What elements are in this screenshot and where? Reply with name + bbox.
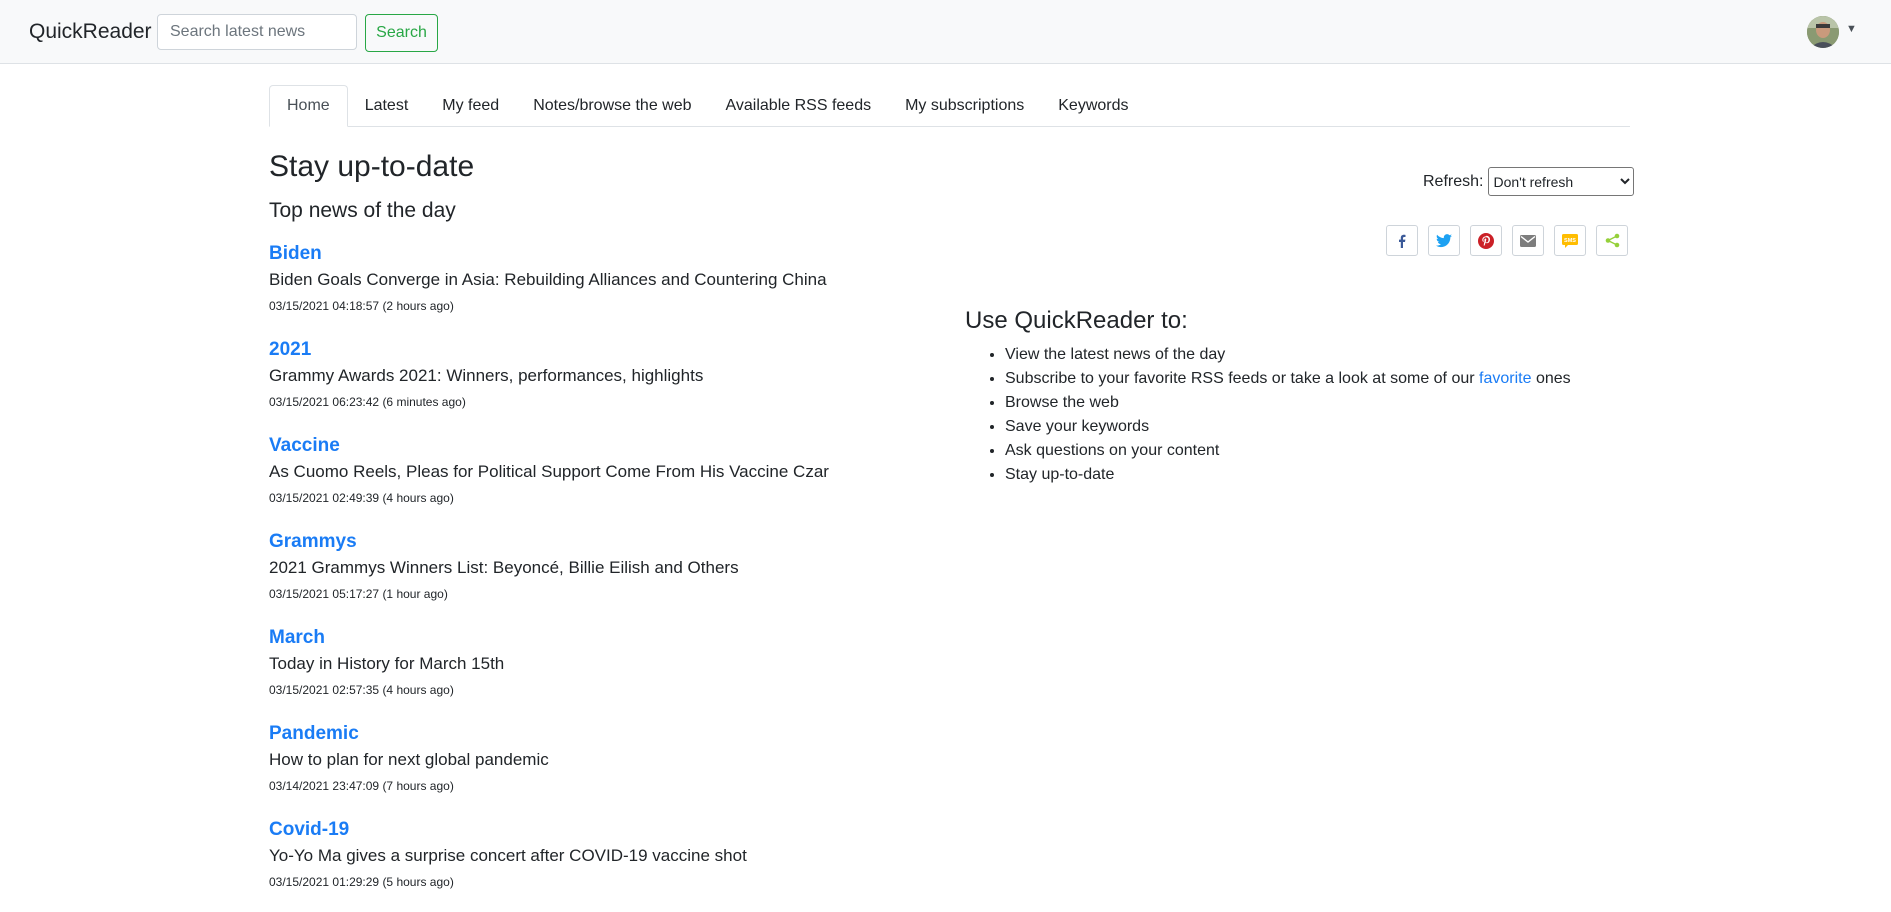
news-headline: As Cuomo Reels, Pleas for Political Supp…	[269, 462, 829, 481]
news-timestamp: 03/14/2021 23:47:09 (7 hours ago)	[269, 779, 454, 793]
favorite-feeds-link[interactable]: favorite	[1479, 370, 1531, 387]
feature-item: Stay up-to-date	[1005, 463, 1571, 487]
feature-text: Stay up-to-date	[1005, 466, 1115, 483]
tab-home[interactable]: Home	[269, 85, 348, 127]
news-item: Pandemic How to plan for next global pan…	[269, 720, 929, 816]
news-keyword-link[interactable]: Covid-19	[269, 816, 929, 843]
news-item: Biden Biden Goals Converge in Asia: Rebu…	[269, 240, 929, 336]
sms-icon: SMS	[1562, 233, 1578, 248]
news-keyword-link[interactable]: 2021	[269, 336, 929, 363]
news-keyword-link[interactable]: Pandemic	[269, 720, 929, 747]
share-pinterest-button[interactable]	[1470, 225, 1502, 256]
news-item: Vaccine As Cuomo Reels, Pleas for Politi…	[269, 432, 929, 528]
feature-item: Save your keywords	[1005, 415, 1571, 439]
feature-item: Browse the web	[1005, 391, 1571, 415]
use-quickreader-title: Use QuickReader to:	[965, 307, 1188, 334]
section-title: Top news of the day	[269, 199, 456, 222]
share-buttons: SMS	[1386, 225, 1628, 256]
facebook-icon	[1399, 234, 1406, 248]
feature-item: View the latest news of the day	[1005, 343, 1571, 367]
share-twitter-button[interactable]	[1428, 225, 1460, 256]
news-headline: 2021 Grammys Winners List: Beyoncé, Bill…	[269, 558, 739, 577]
refresh-control: Refresh: Don't refresh	[1423, 167, 1635, 196]
search-input[interactable]	[157, 14, 357, 50]
feature-list: View the latest news of the day Subscrib…	[965, 343, 1571, 487]
news-keyword-link[interactable]: Biden	[269, 240, 929, 267]
news-keyword-link[interactable]: Vaccine	[269, 432, 929, 459]
news-timestamp: 03/15/2021 02:57:35 (4 hours ago)	[269, 683, 454, 697]
news-headline: How to plan for next global pandemic	[269, 750, 549, 769]
user-avatar[interactable]	[1807, 16, 1839, 48]
feature-text: Subscribe to your favorite RSS feeds or …	[1005, 370, 1475, 387]
tab-latest[interactable]: Latest	[348, 85, 426, 126]
refresh-label: Refresh:	[1423, 172, 1484, 190]
feature-text: Save your keywords	[1005, 418, 1150, 435]
search-button[interactable]: Search	[365, 14, 438, 52]
news-item: Grammys 2021 Grammys Winners List: Beyon…	[269, 528, 929, 624]
news-timestamp: 03/15/2021 04:18:57 (2 hours ago)	[269, 299, 454, 313]
news-timestamp: 03/15/2021 01:29:29 (5 hours ago)	[269, 875, 454, 889]
news-keyword-link[interactable]: Grammys	[269, 528, 929, 555]
news-timestamp: 03/15/2021 06:23:42 (6 minutes ago)	[269, 395, 466, 409]
news-headline: Today in History for March 15th	[269, 654, 505, 673]
news-item: 2021 Grammy Awards 2021: Winners, perfor…	[269, 336, 929, 432]
tab-my-feed[interactable]: My feed	[425, 85, 516, 126]
svg-text:SMS: SMS	[1564, 238, 1576, 244]
share-generic-button[interactable]	[1596, 225, 1628, 256]
feature-text: Ask questions on your content	[1005, 442, 1220, 459]
news-timestamp: 03/15/2021 02:49:39 (4 hours ago)	[269, 491, 454, 505]
feature-text: ones	[1535, 370, 1571, 387]
news-item: Covid-19 Yo-Yo Ma gives a surprise conce…	[269, 816, 929, 912]
twitter-icon	[1436, 233, 1452, 247]
top-navbar: QuickReader Search ▼	[0, 0, 1891, 64]
news-timestamp: 03/15/2021 05:17:27 (1 hour ago)	[269, 587, 448, 601]
tab-notes-browse[interactable]: Notes/browse the web	[516, 85, 708, 126]
news-item: March Today in History for March 15th 03…	[269, 624, 929, 720]
news-keyword-link[interactable]: March	[269, 624, 929, 651]
brand-logo[interactable]: QuickReader	[29, 20, 152, 44]
news-headline: Grammy Awards 2021: Winners, performance…	[269, 366, 704, 385]
chevron-down-icon[interactable]: ▼	[1846, 23, 1857, 35]
news-headline: Yo-Yo Ma gives a surprise concert after …	[269, 846, 747, 865]
news-list: Biden Biden Goals Converge in Asia: Rebu…	[269, 240, 929, 912]
feature-text: View the latest news of the day	[1005, 346, 1226, 363]
pinterest-icon	[1478, 232, 1494, 249]
page-title: Stay up-to-date	[269, 150, 475, 183]
feature-item: Ask questions on your content	[1005, 439, 1571, 463]
refresh-select[interactable]: Don't refresh	[1488, 167, 1635, 196]
share-email-button[interactable]	[1512, 225, 1544, 256]
tab-my-subscriptions[interactable]: My subscriptions	[888, 85, 1041, 126]
feature-item: Subscribe to your favorite RSS feeds or …	[1005, 367, 1571, 391]
main-tabs: Home Latest My feed Notes/browse the web…	[269, 85, 1630, 127]
share-sms-button[interactable]: SMS	[1554, 225, 1586, 256]
share-facebook-button[interactable]	[1386, 225, 1418, 256]
tab-keywords[interactable]: Keywords	[1041, 85, 1145, 126]
news-headline: Biden Goals Converge in Asia: Rebuilding…	[269, 270, 827, 289]
email-icon	[1520, 234, 1536, 247]
feature-text: Browse the web	[1005, 394, 1119, 411]
share-icon	[1605, 233, 1619, 248]
tab-available-rss[interactable]: Available RSS feeds	[709, 85, 889, 126]
avatar-image	[1807, 16, 1839, 48]
